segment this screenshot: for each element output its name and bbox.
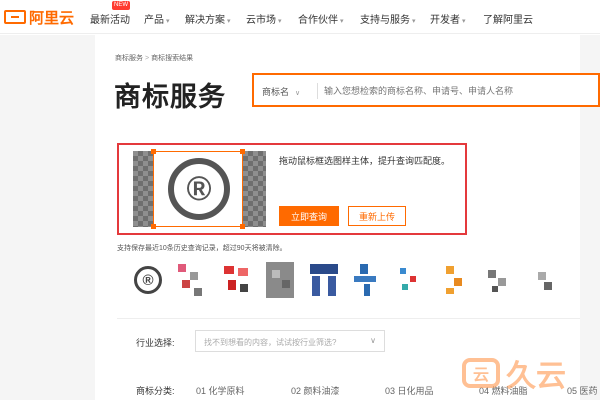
industry-select-placeholder: 找不到想看的内容，试试按行业筛选? <box>204 338 337 347</box>
breadcrumb-item-trademark[interactable]: 商标服务 <box>115 55 143 62</box>
left-gutter <box>0 35 95 400</box>
crop-handle[interactable] <box>151 149 156 154</box>
industry-select[interactable]: 找不到想看的内容，试试按行业筛选? ∨ <box>195 330 385 352</box>
nav-item-developers[interactable]: 开发者 ▾ <box>430 11 466 26</box>
history-thumbnail[interactable] <box>438 258 474 302</box>
chevron-down-icon: ∨ <box>295 90 301 97</box>
registered-trademark-icon: ® <box>168 158 230 220</box>
watermark-text: 久云 <box>506 360 566 393</box>
crop-handle[interactable] <box>240 149 245 154</box>
chevron-down-icon: ▾ <box>166 18 170 25</box>
watermark: 云 久云 <box>462 346 600 400</box>
history-thumbnail[interactable] <box>262 258 298 302</box>
category-item[interactable]: 01 化学原料 <box>196 384 245 397</box>
search-input[interactable] <box>324 82 594 100</box>
chevron-down-icon: ∨ <box>370 336 376 345</box>
search-divider <box>317 83 318 99</box>
crop-handle[interactable] <box>151 224 156 229</box>
section-divider <box>117 318 580 319</box>
history-thumbnail[interactable]: ® <box>130 258 166 302</box>
query-now-button[interactable]: 立即查询 <box>279 206 339 226</box>
aliyun-logo[interactable]: 阿里云 <box>4 8 75 27</box>
history-thumbnail[interactable] <box>306 258 342 302</box>
crop-handle[interactable] <box>240 224 245 229</box>
nav-item-support[interactable]: 支持与服务 ▾ <box>360 11 416 26</box>
history-thumbnail[interactable] <box>218 258 254 302</box>
history-thumbnail[interactable] <box>526 258 562 302</box>
nav-item-partners[interactable]: 合作伙伴 ▾ <box>298 11 344 26</box>
nav-item-latest[interactable]: 最新活动 <box>90 11 130 26</box>
image-preview: ® <box>133 149 266 229</box>
nav-item-products[interactable]: 产品 ▾ <box>144 11 170 26</box>
history-thumbnail[interactable] <box>350 258 386 302</box>
category-item[interactable]: 03 日化用品 <box>385 384 434 397</box>
chevron-down-icon: ▾ <box>340 18 344 25</box>
search-category-select[interactable]: 商标名 ∨ <box>262 85 300 98</box>
search-box: 商标名 ∨ <box>252 73 600 107</box>
category-label: 商标分类: <box>136 386 175 396</box>
aliyun-logo-icon <box>4 10 26 24</box>
history-thumbnail[interactable] <box>174 258 210 302</box>
crop-selection-box[interactable]: ® <box>151 149 245 229</box>
breadcrumb: 商标服务 > 商标搜索结果 <box>115 53 193 63</box>
watermark-logo-icon: 云 <box>462 358 500 388</box>
history-thumbnail[interactable] <box>482 258 518 302</box>
registered-trademark-icon: ® <box>134 266 162 294</box>
image-search-panel: ® 拖动鼠标框选图样主体，提升查询匹配度。 立即查询 重新上传 <box>117 143 467 235</box>
chevron-down-icon: ▾ <box>412 18 416 25</box>
history-label: 支持保存最近10条历史查询记录，超过90天将被清除。 <box>117 245 287 252</box>
top-nav: 阿里云 NEW 最新活动 产品 ▾ 解决方案 ▾ 云市场 ▾ 合作伙伴 ▾ 支持与服务 ▾… <box>0 0 600 34</box>
reupload-button[interactable]: 重新上传 <box>348 206 406 226</box>
logo-text: 阿里云 <box>29 9 75 27</box>
nav-item-about[interactable]: 了解阿里云 <box>483 11 533 26</box>
history-thumbnails: ® <box>130 258 562 304</box>
crop-hint: 拖动鼠标框选图样主体，提升查询匹配度。 <box>279 156 451 166</box>
history-thumbnail[interactable] <box>394 258 430 302</box>
new-badge: NEW <box>112 1 130 10</box>
chevron-down-icon: ▾ <box>227 18 231 25</box>
category-item[interactable]: 02 颜料油漆 <box>291 384 340 397</box>
page-title: 商标服务 <box>114 82 226 112</box>
breadcrumb-item-results: 商标搜索结果 <box>151 55 194 62</box>
chevron-down-icon: ▾ <box>278 18 282 25</box>
breadcrumb-separator: > <box>145 55 150 62</box>
nav-item-solutions[interactable]: 解决方案 ▾ <box>185 11 231 26</box>
industry-label: 行业选择: <box>136 338 175 348</box>
chevron-down-icon: ▾ <box>462 18 466 25</box>
nav-item-marketplace[interactable]: 云市场 ▾ <box>246 11 282 26</box>
